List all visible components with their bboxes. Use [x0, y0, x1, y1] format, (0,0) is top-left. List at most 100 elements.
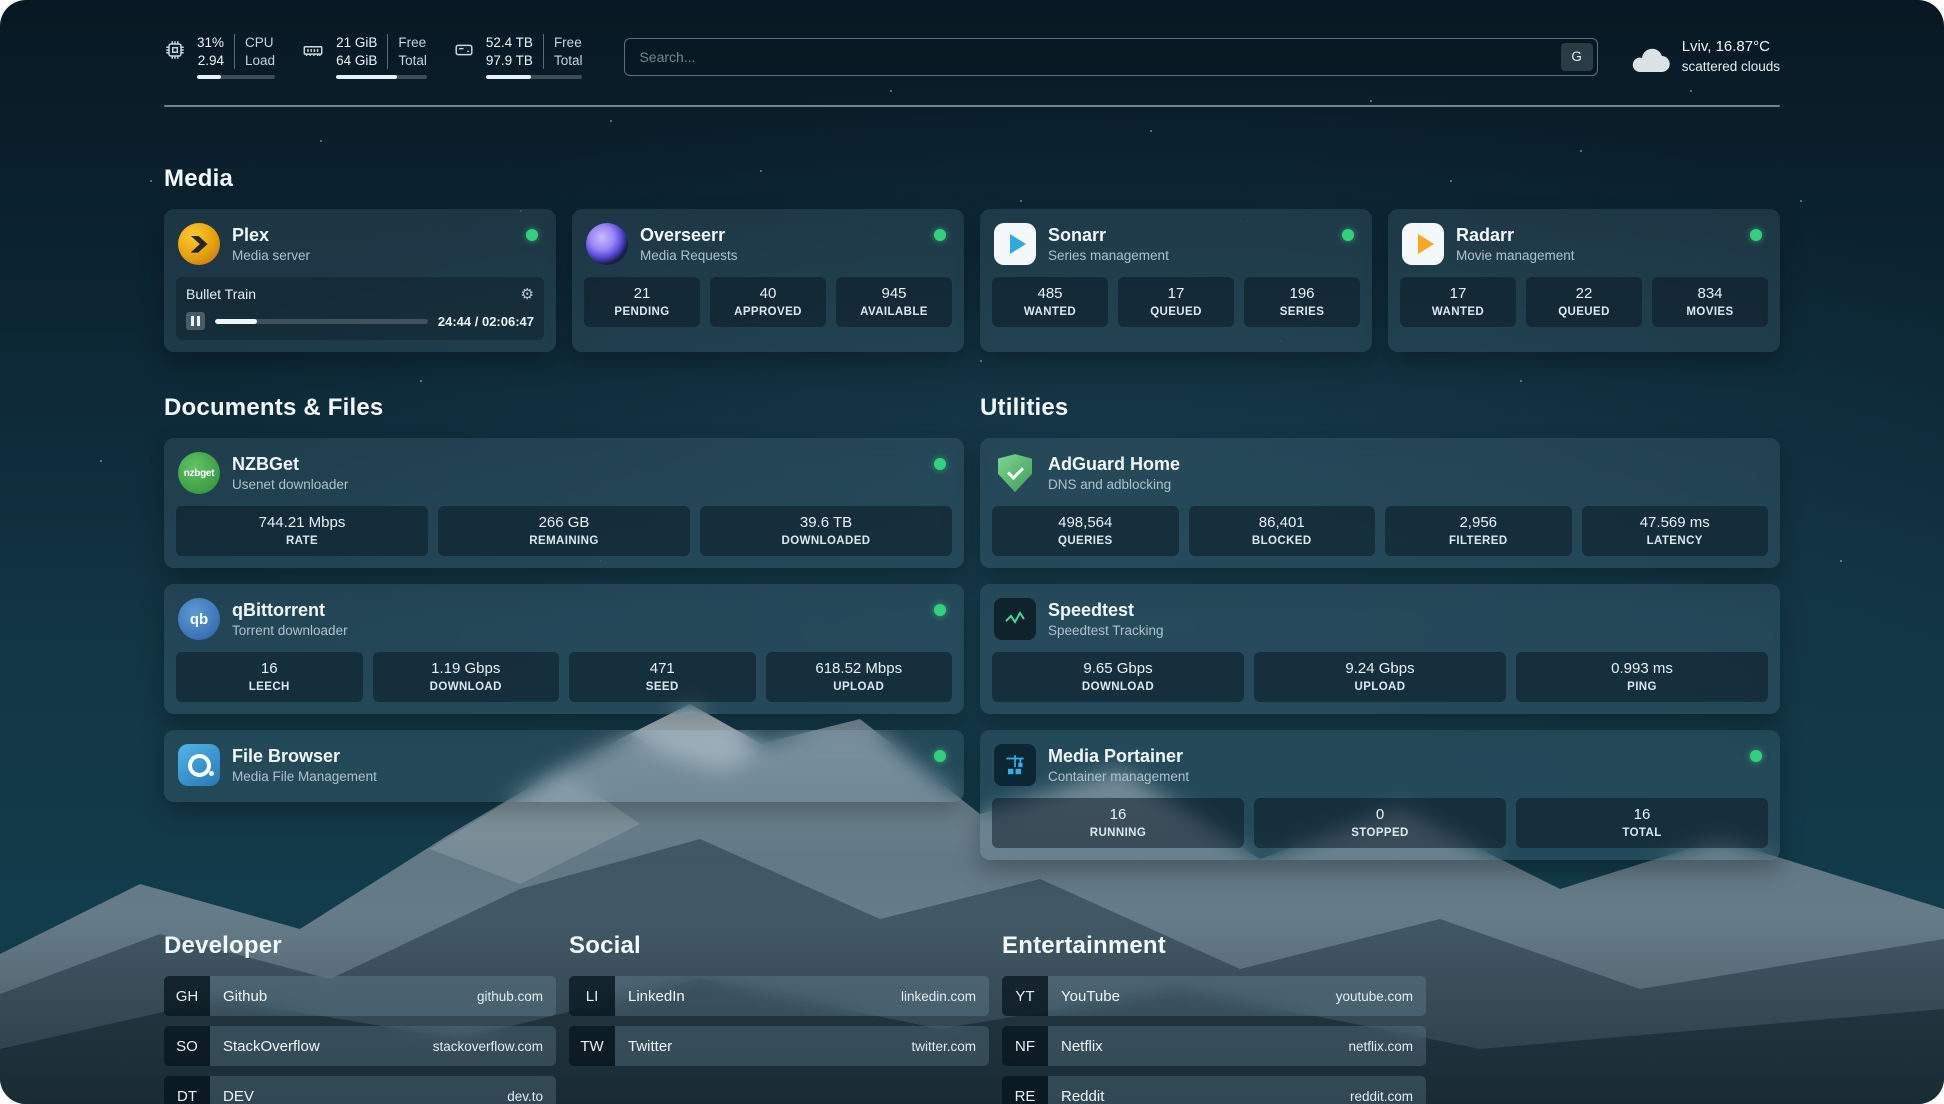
- service-title: AdGuard Home: [1048, 454, 1180, 475]
- service-card-speedtest[interactable]: Speedtest Speedtest Tracking 9.65 Gbps D…: [980, 584, 1780, 714]
- bookmark-twitter[interactable]: TW Twitter twitter.com: [569, 1026, 989, 1066]
- disk-free: 52.4 TB: [486, 34, 533, 52]
- stat-box: 39.6 TB DOWNLOADED: [700, 506, 952, 556]
- overseerr-icon: [586, 223, 628, 265]
- stat-box: 196 SERIES: [1244, 277, 1360, 327]
- bookmark-youtube[interactable]: YT YouTube youtube.com: [1002, 976, 1426, 1016]
- stat-label: SERIES: [1248, 306, 1356, 318]
- service-card-overseerr[interactable]: Overseerr Media Requests 21 PENDING 40 A…: [572, 209, 964, 352]
- bookmark-linkedin[interactable]: LI LinkedIn linkedin.com: [569, 976, 989, 1016]
- bookmark-url: linkedin.com: [901, 989, 976, 1004]
- service-card-filebrowser[interactable]: File Browser Media File Management: [164, 730, 964, 802]
- portainer-crane-icon: [994, 744, 1036, 786]
- bookmark-netflix[interactable]: NF Netflix netflix.com: [1002, 1026, 1426, 1066]
- stat-label: LEECH: [180, 681, 359, 693]
- cpu-usage-bar: [197, 75, 275, 79]
- filebrowser-icon: [178, 744, 220, 786]
- stat-value: 17: [1122, 285, 1230, 302]
- stat-box: 16 RUNNING: [992, 798, 1244, 848]
- stat-label: MOVIES: [1656, 306, 1764, 318]
- bookmark-url: twitter.com: [911, 1039, 976, 1054]
- cpu-metric: 31% 2.94 CPU Load: [164, 34, 275, 79]
- stat-box: 945 AVAILABLE: [836, 277, 952, 327]
- stat-box: 498,564 QUERIES: [992, 506, 1179, 556]
- service-card-sonarr[interactable]: Sonarr Series management 485 WANTED 17 Q…: [980, 209, 1372, 352]
- service-subtitle: Series management: [1048, 248, 1169, 263]
- search-provider-button[interactable]: G: [1561, 43, 1593, 71]
- disk-metric: 52.4 TB 97.9 TB Free Total: [453, 34, 583, 79]
- radarr-icon: [1402, 223, 1444, 265]
- bookmark-abbr: RE: [1002, 1076, 1048, 1104]
- search-input[interactable]: [624, 38, 1597, 76]
- dashboard-screen: 31% 2.94 CPU Load: [0, 0, 1944, 1104]
- cpu-unit-top: CPU: [245, 34, 275, 52]
- service-subtitle: Torrent downloader: [232, 623, 348, 638]
- bookmark-abbr: TW: [569, 1026, 615, 1066]
- stat-label: STOPPED: [1258, 827, 1502, 839]
- stat-box: 17 WANTED: [1400, 277, 1516, 327]
- service-title: Plex: [232, 225, 310, 246]
- stat-value: 834: [1656, 285, 1764, 302]
- service-card-plex[interactable]: Plex Media server Bullet Train ⚙: [164, 209, 556, 352]
- stat-box: 16 TOTAL: [1516, 798, 1768, 848]
- sonarr-icon: [994, 223, 1036, 265]
- stat-label: UPLOAD: [1258, 681, 1502, 693]
- bookmark-github[interactable]: GH Github github.com: [164, 976, 556, 1016]
- section-media: Media Plex Media server Bullet Tra: [164, 165, 1780, 352]
- section-utilities: Utilities AdGuard Home DNS and adblockin…: [980, 394, 1780, 876]
- stat-value: 86,401: [1193, 514, 1372, 531]
- service-card-adguard[interactable]: AdGuard Home DNS and adblocking 498,564 …: [980, 438, 1780, 568]
- metric-divider: [234, 34, 235, 69]
- disk-unit-top: Free: [554, 34, 583, 52]
- stat-value: 1.19 Gbps: [377, 660, 556, 677]
- stat-label: REMAINING: [442, 535, 686, 547]
- stat-value: 40: [714, 285, 822, 302]
- bookmark-abbr: DT: [164, 1076, 210, 1104]
- playback-progress-bar[interactable]: [215, 319, 428, 324]
- bookmark-group-developer: Developer GH Github github.com SO StackO…: [164, 932, 556, 1104]
- service-subtitle: Media File Management: [232, 769, 377, 784]
- bookmark-url: github.com: [477, 989, 543, 1004]
- settings-gear-icon[interactable]: ⚙: [521, 285, 534, 303]
- stat-box: 618.52 Mbps UPLOAD: [766, 652, 953, 702]
- pause-icon[interactable]: [186, 312, 205, 330]
- service-card-nzbget[interactable]: nzbget NZBGet Usenet downloader 744.21 M…: [164, 438, 964, 568]
- stat-value: 17: [1404, 285, 1512, 302]
- plex-now-playing: Bullet Train ⚙ 24:44 / 02:06:47: [176, 277, 544, 340]
- nzbget-icon: nzbget: [178, 452, 220, 494]
- stat-value: 498,564: [996, 514, 1175, 531]
- bookmark-reddit[interactable]: RE Reddit reddit.com: [1002, 1076, 1426, 1104]
- stat-label: UPLOAD: [770, 681, 949, 693]
- service-subtitle: Movie management: [1456, 248, 1575, 263]
- status-dot: [934, 604, 946, 616]
- stat-box: 471 SEED: [569, 652, 756, 702]
- stat-value: 471: [573, 660, 752, 677]
- stat-value: 945: [840, 285, 948, 302]
- service-subtitle: Speedtest Tracking: [1048, 623, 1164, 638]
- stat-value: 744.21 Mbps: [180, 514, 424, 531]
- metric-divider: [387, 34, 388, 69]
- service-card-portainer[interactable]: Media Portainer Container management 16 …: [980, 730, 1780, 860]
- bookmark-abbr: SO: [164, 1026, 210, 1066]
- stat-value: 9.65 Gbps: [996, 660, 1240, 677]
- service-card-radarr[interactable]: Radarr Movie management 17 WANTED 22 QUE…: [1388, 209, 1780, 352]
- bookmark-stackoverflow[interactable]: SO StackOverflow stackoverflow.com: [164, 1026, 556, 1066]
- status-dot: [1750, 750, 1762, 762]
- cpu-percent: 31%: [197, 34, 224, 52]
- stat-box: 485 WANTED: [992, 277, 1108, 327]
- bookmark-name: LinkedIn: [628, 988, 685, 1005]
- bookmark-abbr: LI: [569, 976, 615, 1016]
- stat-box: 40 APPROVED: [710, 277, 826, 327]
- ram-icon: [301, 39, 325, 61]
- bookmark-url: stackoverflow.com: [433, 1039, 543, 1054]
- weather-location: Lviv, 16.87°C: [1682, 37, 1780, 57]
- service-card-qbittorrent[interactable]: qb qBittorrent Torrent downloader 16 LEE…: [164, 584, 964, 714]
- service-title: Radarr: [1456, 225, 1575, 246]
- service-title: File Browser: [232, 746, 377, 767]
- ram-unit-top: Free: [398, 34, 427, 52]
- status-dot: [1750, 229, 1762, 241]
- service-subtitle: DNS and adblocking: [1048, 477, 1180, 492]
- stat-label: BLOCKED: [1193, 535, 1372, 547]
- bookmark-dev[interactable]: DT DEV dev.to: [164, 1076, 556, 1104]
- stat-value: 22: [1530, 285, 1638, 302]
